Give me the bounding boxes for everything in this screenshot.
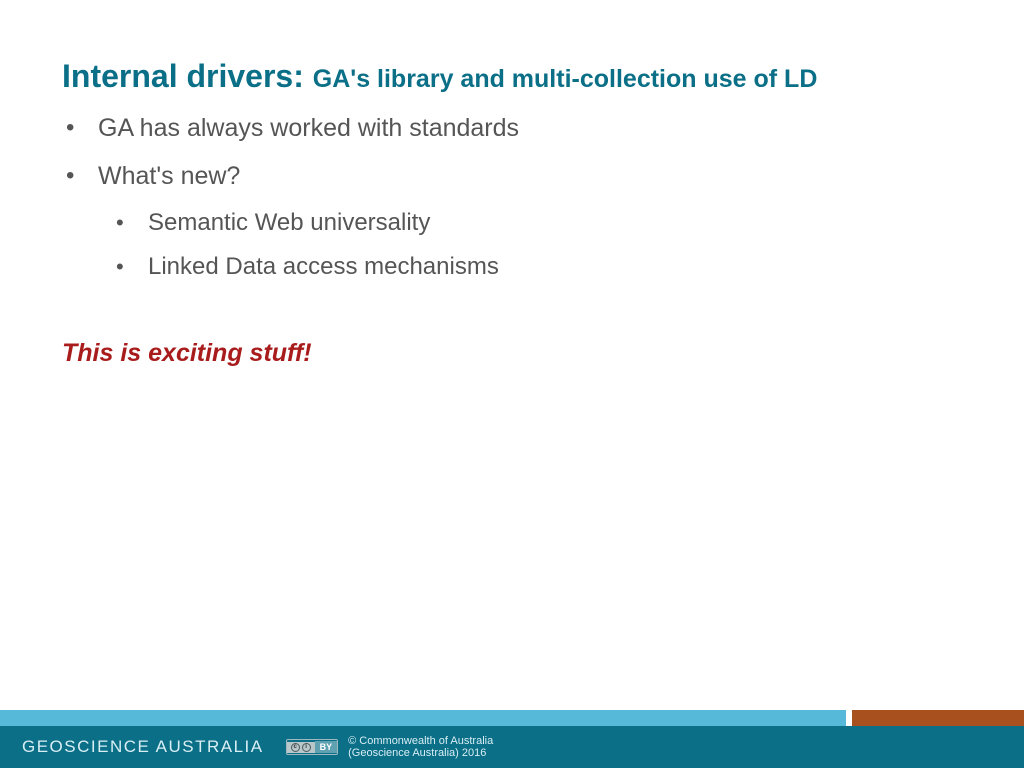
list-item: • Linked Data access mechanisms — [112, 253, 962, 281]
cc-license-badge: c i BY — [286, 739, 339, 755]
bullet-text: Linked Data access mechanisms — [148, 253, 499, 281]
list-item: • GA has always worked with standards — [62, 113, 962, 143]
list-item: • Semantic Web universality — [112, 209, 962, 237]
copyright-line2: (Geoscience Australia) 2016 — [348, 747, 493, 759]
copyright-line1: © Commonwealth of Australia — [348, 735, 493, 747]
accent-stripe-brown — [852, 710, 1024, 726]
cc-person-icon: i — [302, 743, 311, 752]
slide: Internal drivers: GA's library and multi… — [0, 0, 1024, 768]
cc-circle-icon: c — [291, 743, 300, 752]
slide-title: Internal drivers: GA's library and multi… — [62, 58, 962, 95]
cc-badge-left: c i — [287, 742, 315, 753]
list-item: • What's new? — [62, 161, 962, 191]
bullet-dot-icon: • — [112, 209, 148, 237]
bullet-text: Semantic Web universality — [148, 209, 430, 237]
title-main: Internal drivers: — [62, 58, 313, 94]
cc-badge-right: BY — [315, 741, 338, 753]
footer-bar: GEOSCIENCE AUSTRALIA c i BY © Commonweal… — [0, 726, 1024, 768]
bullet-text: GA has always worked with standards — [98, 113, 519, 143]
slide-content: Internal drivers: GA's library and multi… — [62, 58, 962, 368]
bullet-dot-icon: • — [62, 113, 98, 143]
title-sub: GA's library and multi-collection use of… — [313, 65, 818, 93]
bullet-list-level1: • GA has always worked with standards • … — [62, 113, 962, 281]
bullet-dot-icon: • — [112, 253, 148, 281]
bullet-dot-icon: • — [62, 161, 98, 191]
callout-text: This is exciting stuff! — [62, 339, 962, 368]
copyright-text: © Commonwealth of Australia (Geoscience … — [348, 735, 493, 759]
org-name: GEOSCIENCE AUSTRALIA — [22, 737, 264, 757]
bullet-text: What's new? — [98, 161, 240, 191]
bullet-list-level2: • Semantic Web universality • Linked Dat… — [112, 209, 962, 281]
